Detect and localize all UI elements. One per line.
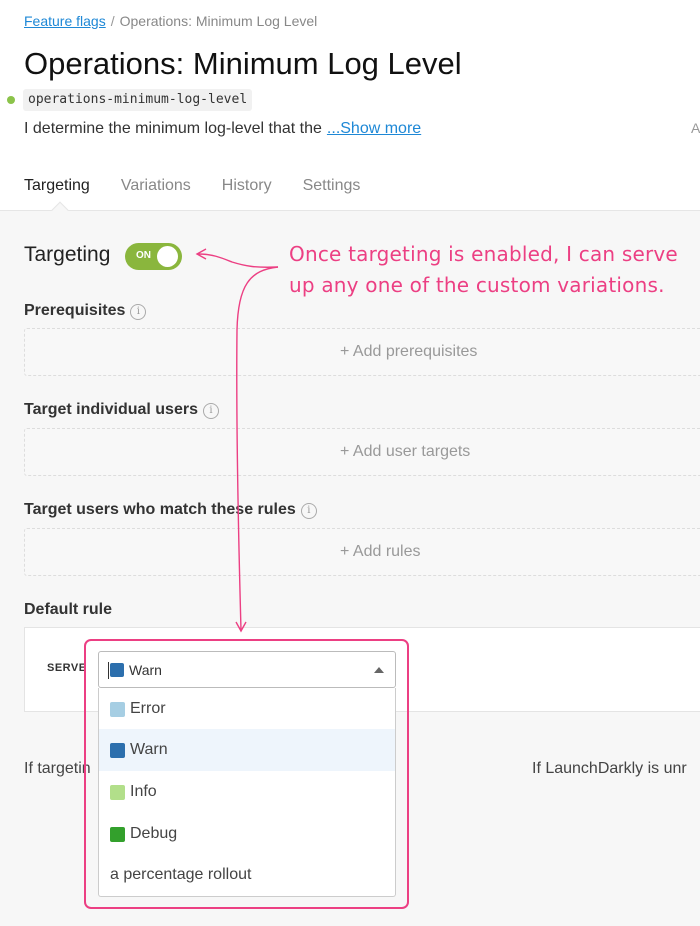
targeting-toggle[interactable]: ON xyxy=(125,243,182,270)
tab-variations[interactable]: Variations xyxy=(121,177,191,195)
off-variation-text: If targetin xyxy=(24,760,91,777)
add-user-targets-zone[interactable]: + Add user targets xyxy=(24,428,700,476)
show-more-link[interactable]: ...Show more xyxy=(327,120,421,137)
toggle-knob xyxy=(157,246,178,267)
flag-key: operations-minimum-log-level xyxy=(23,89,253,111)
individual-users-label-text: Target individual users xyxy=(24,401,198,418)
info-icon[interactable]: i xyxy=(300,503,317,519)
tab-targeting[interactable]: Targeting xyxy=(24,177,90,195)
breadcrumb-separator: / xyxy=(110,13,115,29)
rules-label-text: Target users who match these rules xyxy=(24,501,296,518)
add-user-targets-button[interactable]: + Add user targets xyxy=(25,443,700,461)
serve-label: SERVE xyxy=(47,662,87,674)
fallback-text: If LaunchDarkly is unr xyxy=(532,760,687,777)
add-prerequisites-button[interactable]: + Add prerequisites xyxy=(25,343,700,361)
breadcrumb: Feature flags / Operations: Minimum Log Le… xyxy=(24,13,317,29)
annotation-text: Once targeting is enabled, I can serve u… xyxy=(289,239,678,301)
rules-label: Target users who match these rules i xyxy=(24,501,317,519)
flag-header: Feature flags / Operations: Minimum Log Le… xyxy=(0,0,700,211)
targeting-label: Targeting xyxy=(24,243,111,266)
add-prerequisites-zone[interactable]: + Add prerequisites xyxy=(24,328,700,376)
tab-settings[interactable]: Settings xyxy=(303,177,361,195)
breadcrumb-current: Operations: Minimum Log Level xyxy=(119,13,318,29)
prerequisites-label-text: Prerequisites xyxy=(24,302,126,319)
truncated-right-text: A xyxy=(691,120,700,136)
page-title: Operations: Minimum Log Level xyxy=(24,46,462,81)
info-icon[interactable]: i xyxy=(130,304,147,320)
annotation-line-1: Once targeting is enabled, I can serve xyxy=(289,242,678,266)
description-text: I determine the minimum log-level that t… xyxy=(24,120,322,137)
prerequisites-label: Prerequisites i xyxy=(24,302,147,320)
tab-bar: Targeting Variations History Settings xyxy=(24,177,360,195)
status-dot xyxy=(7,96,15,104)
breadcrumb-feature-flags-link[interactable]: Feature flags xyxy=(24,13,106,29)
individual-users-label: Target individual users i xyxy=(24,401,219,419)
annotation-highlight-box xyxy=(84,639,409,909)
toggle-on-text: ON xyxy=(136,250,151,261)
default-rule-label: Default rule xyxy=(24,601,113,618)
annotation-line-2: up any one of the custom variations. xyxy=(289,273,665,297)
flag-description: I determine the minimum log-level that t… xyxy=(24,120,421,138)
add-rules-zone[interactable]: + Add rules xyxy=(24,528,700,576)
tab-history[interactable]: History xyxy=(222,177,272,195)
info-icon[interactable]: i xyxy=(202,403,219,419)
add-rules-button[interactable]: + Add rules xyxy=(25,543,700,561)
